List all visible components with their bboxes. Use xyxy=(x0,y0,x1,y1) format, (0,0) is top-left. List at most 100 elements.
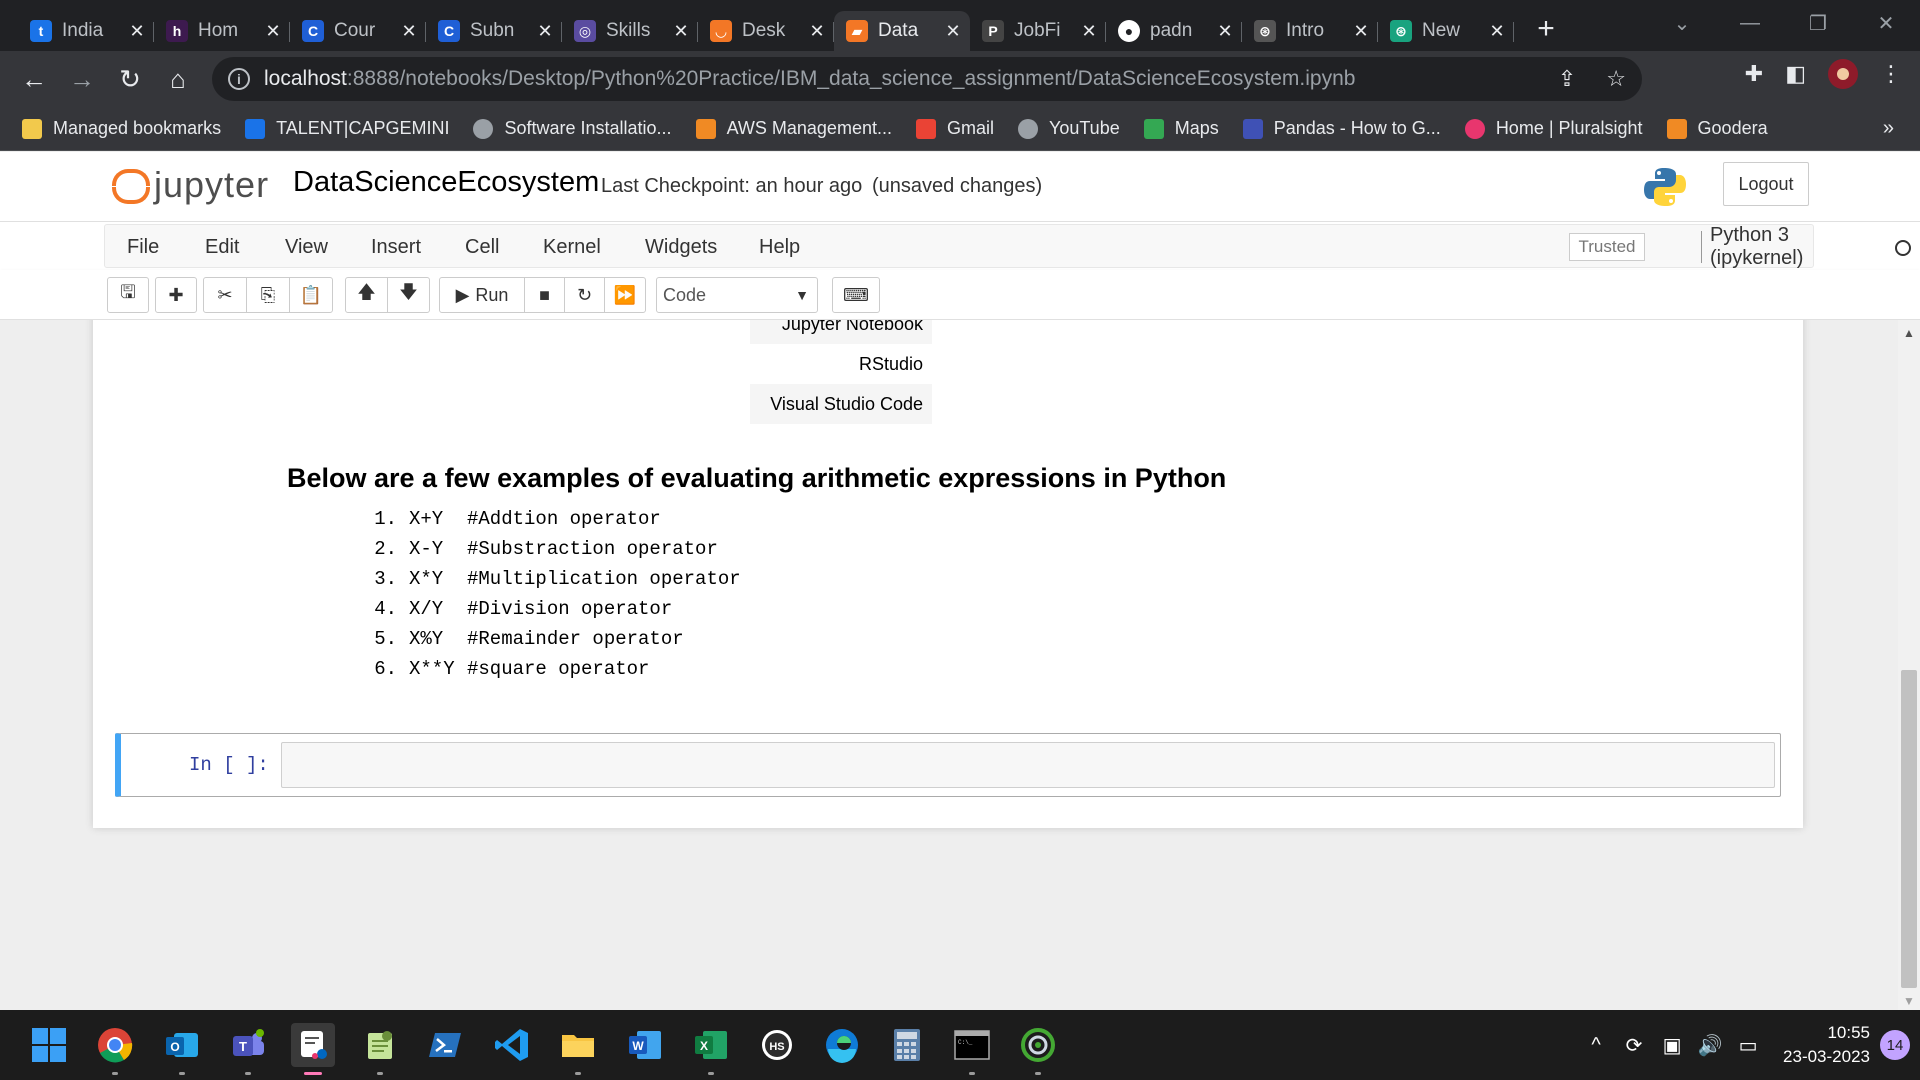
bookmark-item[interactable]: Goodera xyxy=(1666,118,1768,139)
browser-tab[interactable]: C Cour ✕ xyxy=(290,11,426,51)
bookmark-item[interactable]: AWS Management... xyxy=(695,118,892,139)
page-scrollbar[interactable]: ▲ ▼ xyxy=(1898,320,1920,1010)
browser-tab[interactable]: ⊛ New ✕ xyxy=(1378,11,1514,51)
menu-widgets[interactable]: Widgets xyxy=(645,236,717,259)
bookmark-item[interactable]: Software Installatio... xyxy=(473,118,672,139)
tab-close-icon[interactable]: ✕ xyxy=(536,21,554,42)
tab-close-icon[interactable]: ✕ xyxy=(672,21,690,42)
new-tab-button[interactable]: + xyxy=(1526,9,1566,49)
bookmark-item[interactable]: Maps xyxy=(1143,118,1219,139)
paste-icon[interactable]: 📋 xyxy=(289,277,333,313)
show-hidden-icons-chevron-icon[interactable]: ^ xyxy=(1581,1034,1611,1057)
tab-close-icon[interactable]: ✕ xyxy=(400,21,418,42)
bookmark-item[interactable]: YouTube xyxy=(1017,118,1120,139)
close-window-button[interactable]: ✕ xyxy=(1852,0,1920,46)
restart-run-all-icon[interactable]: ⏩ xyxy=(604,277,646,313)
cut-icon[interactable]: ✂ xyxy=(203,277,247,313)
menu-kernel[interactable]: Kernel xyxy=(543,236,601,259)
snipping-tool-taskbar-icon[interactable] xyxy=(291,1023,335,1075)
menu-file[interactable]: File xyxy=(127,236,159,259)
more-bookmarks-button[interactable]: » xyxy=(1883,117,1894,140)
notebook-name[interactable]: DataScienceEcosystem xyxy=(293,166,599,199)
menu-help[interactable]: Help xyxy=(759,236,800,259)
trusted-indicator[interactable]: Trusted xyxy=(1569,233,1645,261)
address-bar[interactable]: i localhost:8888/notebooks/Desktop/Pytho… xyxy=(212,57,1642,101)
terminal-taskbar-icon[interactable]: C:\_ xyxy=(950,1023,994,1075)
move-down-icon[interactable]: 🡇 xyxy=(387,277,430,313)
scroll-down-arrow-icon[interactable]: ▼ xyxy=(1903,994,1915,1008)
bookmark-item[interactable]: Managed bookmarks xyxy=(22,118,221,139)
word-taskbar-icon[interactable]: W xyxy=(623,1023,667,1067)
chrome-taskbar-icon[interactable] xyxy=(93,1023,137,1075)
anaconda-taskbar-icon[interactable] xyxy=(1016,1023,1060,1075)
browser-tab[interactable]: t India ✕ xyxy=(18,11,154,51)
taskbar-clock[interactable]: 10:55 23-03-2023 xyxy=(1783,1021,1870,1069)
reload-button[interactable]: ↻ xyxy=(106,55,154,103)
bookmark-item[interactable]: Home | Pluralsight xyxy=(1464,118,1643,139)
forward-button[interactable]: → xyxy=(58,55,106,103)
menu-view[interactable]: View xyxy=(285,236,328,259)
restart-icon[interactable]: ↻ xyxy=(564,277,605,313)
sync-icon[interactable]: ⟳ xyxy=(1619,1033,1649,1058)
insert-cell-icon[interactable]: ✚ xyxy=(155,277,197,313)
notepad-taskbar-icon[interactable] xyxy=(358,1023,402,1075)
hs-taskbar-icon[interactable]: HS xyxy=(755,1023,799,1067)
logout-button[interactable]: Logout xyxy=(1723,162,1809,206)
calculator-taskbar-icon[interactable] xyxy=(885,1023,929,1067)
bookmark-item[interactable]: TALENT|CAPGEMINI xyxy=(245,118,449,139)
jupyter-logo[interactable]: jupyter xyxy=(110,164,269,206)
menu-edit[interactable]: Edit xyxy=(205,236,239,259)
powershell-taskbar-icon[interactable] xyxy=(424,1023,468,1067)
file-explorer-taskbar-icon[interactable] xyxy=(556,1023,600,1075)
code-cell[interactable]: In [ ]: xyxy=(115,733,1781,797)
network-icon[interactable]: ▣ xyxy=(1657,1033,1687,1058)
minimize-button[interactable]: — xyxy=(1716,0,1784,46)
bookmark-item[interactable]: Gmail xyxy=(915,118,994,139)
browser-tab[interactable]: P JobFi ✕ xyxy=(970,11,1106,51)
teams-taskbar-icon[interactable]: T xyxy=(226,1023,270,1075)
browser-tab[interactable]: C Subn ✕ xyxy=(426,11,562,51)
bookmark-item[interactable]: Pandas - How to G... xyxy=(1242,118,1441,139)
edge-taskbar-icon[interactable] xyxy=(820,1023,864,1067)
run-button[interactable]: ▶ Run xyxy=(439,277,525,313)
browser-tab[interactable]: ⊛ Intro ✕ xyxy=(1242,11,1378,51)
move-up-icon[interactable]: 🡅 xyxy=(345,277,388,313)
copy-icon[interactable]: ⎘ xyxy=(246,277,290,313)
interrupt-icon[interactable]: ■ xyxy=(524,277,565,313)
side-panel-icon[interactable]: ◧ xyxy=(1785,61,1806,87)
tab-close-icon[interactable]: ✕ xyxy=(1080,21,1098,42)
browser-tab[interactable]: ◡ Desk ✕ xyxy=(698,11,834,51)
tab-close-icon[interactable]: ✕ xyxy=(128,21,146,42)
cell-type-select[interactable]: Code ▼ xyxy=(656,277,818,313)
excel-taskbar-icon[interactable]: X xyxy=(689,1023,733,1075)
menu-kebab-icon[interactable]: ⋮ xyxy=(1880,61,1902,87)
browser-tab[interactable]: ◎ Skills ✕ xyxy=(562,11,698,51)
battery-icon[interactable]: ▭ xyxy=(1733,1033,1763,1058)
kernel-name[interactable]: Python 3 (ipykernel) xyxy=(1701,224,1813,269)
volume-icon[interactable]: 🔊 xyxy=(1695,1033,1725,1058)
tab-search-icon[interactable]: ⌄ xyxy=(1648,0,1716,46)
browser-tab[interactable]: ▰ Data ✕ xyxy=(834,11,970,51)
notification-badge[interactable]: 14 xyxy=(1880,1030,1910,1060)
profile-avatar[interactable] xyxy=(1828,59,1858,89)
share-icon[interactable]: ⇪ xyxy=(1558,66,1576,92)
outlook-taskbar-icon[interactable]: O xyxy=(160,1023,204,1075)
bookmark-star-icon[interactable]: ☆ xyxy=(1606,66,1626,92)
code-input-area[interactable] xyxy=(281,742,1775,788)
browser-tab[interactable]: ● padn ✕ xyxy=(1106,11,1242,51)
tab-close-icon[interactable]: ✕ xyxy=(944,21,962,42)
tab-close-icon[interactable]: ✕ xyxy=(1352,21,1370,42)
back-button[interactable]: ← xyxy=(10,55,58,103)
home-button[interactable]: ⌂ xyxy=(154,55,202,103)
site-info-icon[interactable]: i xyxy=(228,68,250,90)
browser-tab[interactable]: h Hom ✕ xyxy=(154,11,290,51)
scrollbar-thumb[interactable] xyxy=(1901,670,1917,988)
tab-close-icon[interactable]: ✕ xyxy=(1216,21,1234,42)
menu-insert[interactable]: Insert xyxy=(371,236,421,259)
start-icon[interactable] xyxy=(27,1023,71,1067)
restore-button[interactable]: ❐ xyxy=(1784,0,1852,46)
save-icon[interactable]: 🖫 xyxy=(107,277,149,313)
tab-close-icon[interactable]: ✕ xyxy=(1488,21,1506,42)
extensions-icon[interactable]: ✚ xyxy=(1745,61,1763,87)
vscode-taskbar-icon[interactable] xyxy=(490,1023,534,1067)
